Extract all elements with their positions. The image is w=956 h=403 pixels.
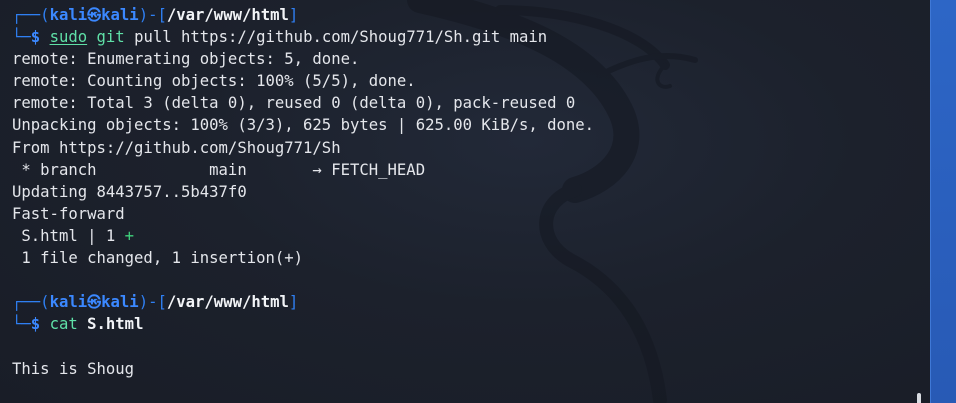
output-line: * branch main → FETCH_HEAD <box>12 160 426 179</box>
command-sudo: sudo <box>49 28 88 47</box>
output-line: Updating 8443757..5b437f0 <box>12 182 247 201</box>
output-line: From https://github.com/Shoug771/Sh <box>12 138 341 157</box>
scrollbar-thumb[interactable] <box>917 393 921 403</box>
kali-at-icon: ㉿ <box>87 8 102 24</box>
prompt-corner-bottom: └─ <box>12 315 31 334</box>
prompt-user: kali <box>49 293 88 312</box>
output-line: remote: Enumerating objects: 5, done. <box>12 50 360 69</box>
command-args: pull https://github.com/Shoug771/Sh.git … <box>124 28 548 47</box>
command-line-1: └─$ sudo git pull https://github.com/Sho… <box>12 26 916 48</box>
prompt-host: kali <box>101 6 139 24</box>
output-line: Fast-forward <box>12 204 125 223</box>
prompt-path: /var/www/html <box>166 293 289 312</box>
desktop-side-panel <box>930 0 956 403</box>
scrollbar-track[interactable] <box>916 0 924 403</box>
diffstat-summary: 1 file changed, 1 insertion(+) <box>12 249 304 268</box>
output-line: remote: Counting objects: 100% (5/5), do… <box>12 72 416 91</box>
prompt-user: kali <box>49 6 88 24</box>
prompt-corner-top: ┌──( <box>12 293 50 312</box>
terminal-window[interactable]: ┌──(kali㉿kali)-[/var/www/html] └─$ sudo … <box>0 0 956 403</box>
output-line: remote: Total 3 (delta 0), reused 0 (del… <box>12 94 576 113</box>
prompt-paren: )-[ <box>138 293 167 312</box>
command-arg-file: S.html <box>87 315 144 334</box>
diffstat-file: S.html | 1 <box>12 226 125 245</box>
prompt-bracket: ] <box>288 293 299 312</box>
command-line-2: └─$ cat S.html <box>12 313 916 335</box>
terminal-output[interactable]: ┌──(kali㉿kali)-[/var/www/html] └─$ sudo … <box>12 4 916 380</box>
diffstat-file-line: S.html | 1 + <box>12 225 916 247</box>
prompt-paren: )-[ <box>138 6 167 24</box>
prompt-dollar: $ <box>30 315 50 334</box>
prompt-path: /var/www/html <box>166 6 289 24</box>
command-cat: cat <box>49 315 78 334</box>
prompt-corner-bottom: └─ <box>12 28 31 47</box>
prompt-dollar: $ <box>30 28 50 47</box>
output-line: Unpacking objects: 100% (3/3), 625 bytes… <box>12 116 595 135</box>
prompt-bracket: ] <box>288 6 299 24</box>
diffstat-plus: + <box>124 226 135 245</box>
cat-output: This is Shoug <box>12 359 135 378</box>
prompt-line-2: ┌──(kali㉿kali)-[/var/www/html] <box>12 291 916 313</box>
prompt-line-1: ┌──(kali㉿kali)-[/var/www/html] <box>12 4 916 26</box>
prompt-corner-top: ┌──( <box>12 6 50 24</box>
kali-at-icon: ㉿ <box>87 295 102 312</box>
command-git: git <box>96 28 125 47</box>
prompt-host: kali <box>101 293 139 312</box>
